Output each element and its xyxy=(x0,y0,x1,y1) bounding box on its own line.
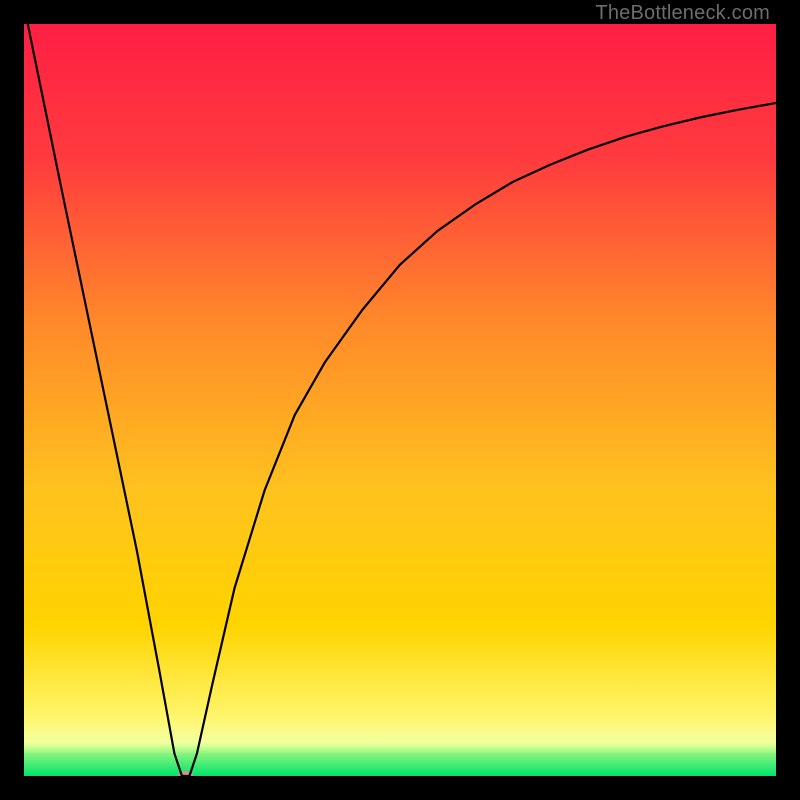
chart-background xyxy=(24,24,776,776)
bottleneck-chart xyxy=(24,24,776,776)
watermark-text: TheBottleneck.com xyxy=(595,2,770,25)
chart-frame xyxy=(24,24,776,776)
